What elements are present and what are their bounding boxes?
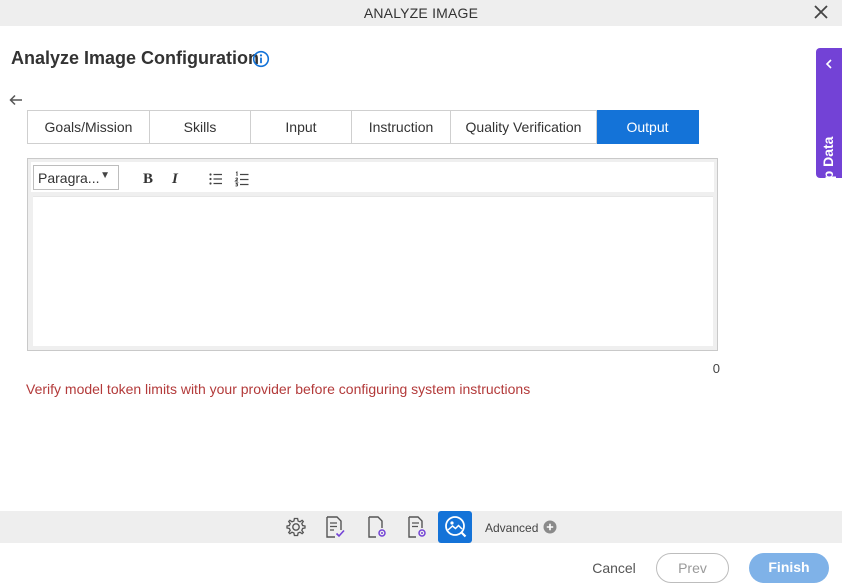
numbered-list-icon[interactable] [234,171,250,187]
tab-input[interactable]: Input [251,110,352,144]
back-arrow-icon[interactable] [8,92,24,108]
editor-toolbar: Paragra... ▼ B I [31,162,714,192]
plus-circle-icon[interactable] [543,520,557,534]
tab-quality-verification[interactable]: Quality Verification [451,110,597,144]
paragraph-format-value: Paragra... [38,170,100,186]
document-list-settings-icon[interactable] [404,514,430,540]
cancel-button[interactable]: Cancel [584,553,644,583]
title-bar: ANALYZE IMAGE [0,0,842,26]
app-data-panel-toggle[interactable]: App Data [816,48,842,198]
app-data-label: App Data [820,136,836,198]
document-settings-icon[interactable] [364,514,390,540]
editor-content-area[interactable] [33,196,713,346]
info-icon[interactable] [252,50,270,68]
paragraph-format-select[interactable]: Paragra... ▼ [33,165,119,190]
rich-text-editor: Paragra... ▼ B I [27,158,718,351]
config-tabs: Goals/Mission Skills Input Instruction Q… [27,110,699,144]
token-limit-warning: Verify model token limits with your prov… [26,381,531,397]
page-title: Analyze Image Configuration [11,48,260,68]
settings-gear-icon[interactable] [283,514,309,540]
prev-button[interactable]: Prev [656,553,729,583]
caret-down-icon: ▼ [100,170,110,181]
document-check-icon[interactable] [322,514,348,540]
analyze-image-button[interactable] [438,511,472,543]
tab-goals-mission[interactable]: Goals/Mission [27,110,150,144]
character-count: 0 [712,361,720,376]
window-title: ANALYZE IMAGE [363,5,479,21]
close-icon[interactable] [812,3,830,21]
bullet-list-icon[interactable] [208,171,224,187]
tab-output[interactable]: Output [597,110,699,144]
italic-button[interactable]: I [172,171,188,187]
finish-button[interactable]: Finish [749,553,829,583]
bold-button[interactable]: B [143,171,159,187]
tab-skills[interactable]: Skills [150,110,251,144]
image-search-icon [445,516,467,538]
tab-instruction[interactable]: Instruction [352,110,451,144]
advanced-link[interactable]: Advanced [485,521,538,535]
